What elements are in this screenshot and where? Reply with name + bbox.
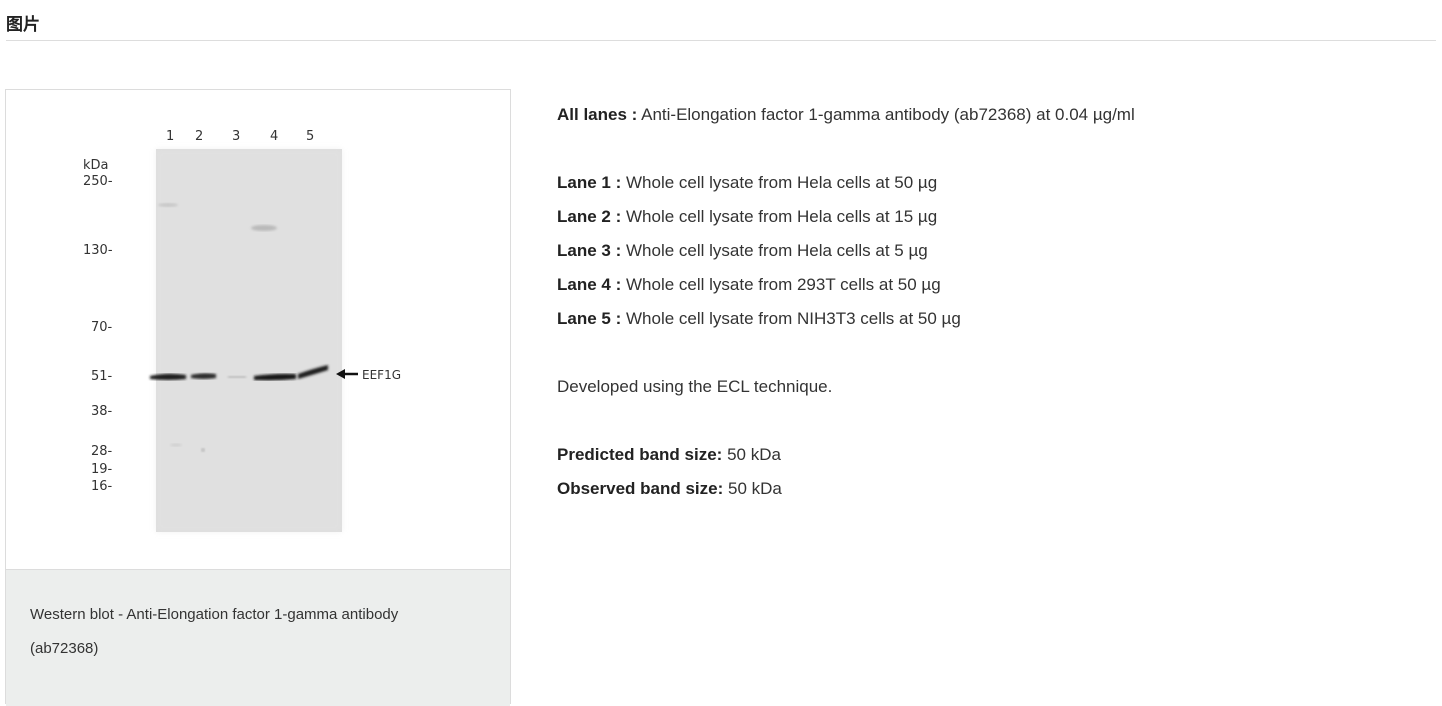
lane-line-4: Lane 4 : Whole cell lysate from 293T cel… — [557, 268, 1317, 302]
lane-label: Lane 2 : — [557, 207, 622, 226]
lane-text: Whole cell lysate from Hela cells at 15 … — [625, 207, 938, 226]
band-lane-3 — [228, 376, 246, 378]
marker-label-250: 250- — [83, 174, 113, 189]
lane-number-4: 4 — [270, 129, 278, 144]
lane-label: Lane 1 : — [557, 173, 622, 192]
lane-number-5: 5 — [306, 129, 314, 144]
faint-band — [170, 443, 182, 447]
unit-label: kDa — [83, 158, 109, 173]
lane-text: Whole cell lysate from 293T cells at 50 … — [625, 275, 941, 294]
lane-number-3: 3 — [232, 129, 240, 144]
lane-line-2: Lane 2 : Whole cell lysate from Hela cel… — [557, 200, 1317, 234]
observed-label: Observed band size: — [557, 479, 724, 498]
lane-label: Lane 4 : — [557, 275, 622, 294]
lane-label: Lane 5 : — [557, 309, 622, 328]
lane-text: Whole cell lysate from NIH3T3 cells at 5… — [625, 309, 961, 328]
all-lanes-label: All lanes : — [557, 105, 638, 124]
all-lanes-text: Anti-Elongation factor 1-gamma antibody … — [641, 105, 1135, 124]
marker-label-130: 130- — [83, 243, 113, 258]
marker-label-38: 38- — [91, 404, 113, 419]
marker-label-28: 28- — [91, 444, 113, 459]
western-blot-image[interactable]: 1 2 3 4 5 kDa 250- 130- 70- 51- 38- 28- … — [6, 90, 510, 569]
predicted-value: 50 kDa — [727, 445, 781, 464]
marker-label-19: 19- — [91, 462, 113, 477]
section-title: 图片 — [6, 15, 40, 35]
observed-band-line: Observed band size: 50 kDa — [557, 472, 1317, 506]
lane-number-1: 1 — [166, 129, 174, 144]
observed-value: 50 kDa — [728, 479, 782, 498]
developed-note: Developed using the ECL technique. — [557, 377, 833, 396]
western-blot-svg: 1 2 3 4 5 kDa 250- 130- 70- 51- 38- 28- … — [83, 129, 401, 532]
faint-band — [201, 448, 205, 452]
figure-caption: Western blot - Anti-Elongation factor 1-… — [30, 606, 399, 657]
lane-line-5: Lane 5 : Whole cell lysate from NIH3T3 c… — [557, 302, 1317, 336]
lane-number-2: 2 — [195, 129, 203, 144]
lane-line-3: Lane 3 : Whole cell lysate from Hela cel… — [557, 234, 1317, 268]
faint-band — [251, 225, 277, 231]
predicted-band-line: Predicted band size: 50 kDa — [557, 438, 1317, 472]
figure-card: 1 2 3 4 5 kDa 250- 130- 70- 51- 38- 28- … — [5, 89, 511, 706]
caption-area: Western blot - Anti-Elongation factor 1-… — [6, 569, 510, 706]
lane-label: Lane 3 : — [557, 241, 622, 260]
marker-label-16: 16- — [91, 479, 113, 494]
lane-text: Whole cell lysate from Hela cells at 5 µ… — [625, 241, 928, 260]
marker-label-51: 51- — [91, 369, 113, 384]
marker-label-70: 70- — [91, 320, 113, 335]
band-lane-1 — [150, 373, 186, 380]
band-label: EEF1G — [362, 368, 401, 382]
section-divider — [6, 40, 1436, 41]
figure-description: All lanes : Anti-Elongation factor 1-gam… — [557, 98, 1317, 506]
faint-band — [158, 203, 178, 207]
predicted-label: Predicted band size: — [557, 445, 723, 464]
lane-text: Whole cell lysate from Hela cells at 50 … — [625, 173, 938, 192]
all-lanes-line: All lanes : Anti-Elongation factor 1-gam… — [557, 98, 1317, 132]
lane-line-1: Lane 1 : Whole cell lysate from Hela cel… — [557, 166, 1317, 200]
